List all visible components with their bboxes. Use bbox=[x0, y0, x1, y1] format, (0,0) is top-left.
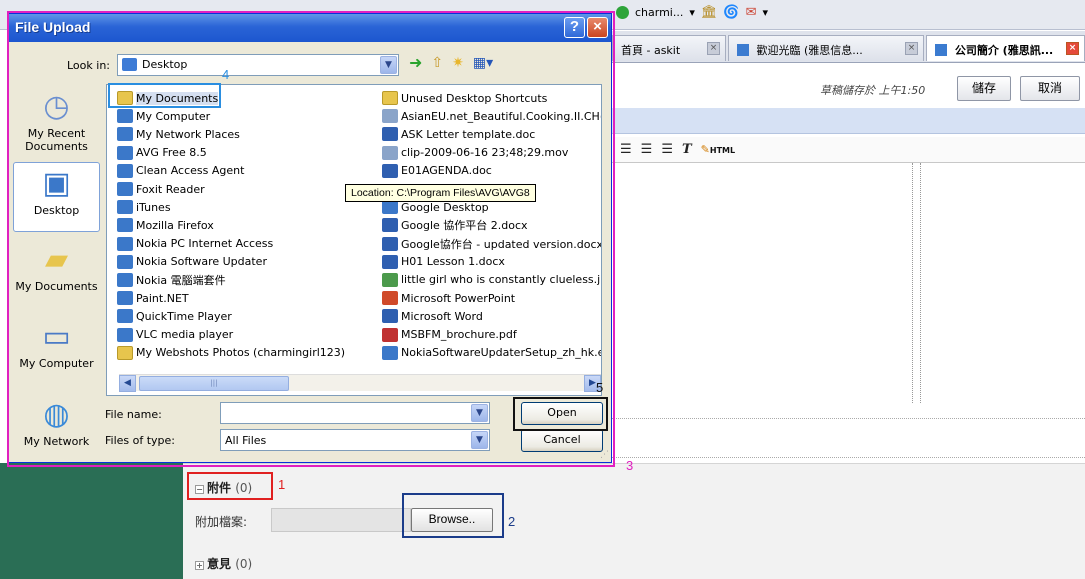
save-button[interactable]: 儲存 bbox=[957, 76, 1011, 101]
chevron-down-icon[interactable]: ▾ bbox=[689, 6, 695, 19]
toolbar-user-area[interactable]: charmi... ▾ 🏛 🌀 ✉ ▾ bbox=[616, 6, 768, 19]
tab-close-icon[interactable]: × bbox=[707, 42, 720, 55]
pencil-icon: ✎ bbox=[700, 143, 710, 156]
annotation-box-4 bbox=[108, 83, 221, 108]
content-strip bbox=[612, 418, 1085, 458]
comments-title: 意見 bbox=[207, 557, 232, 571]
edit-html-button[interactable]: ✎HTML bbox=[701, 143, 735, 156]
expand-icon[interactable]: + bbox=[195, 561, 204, 570]
tab-label: 歡迎光臨 (雅思信息... bbox=[756, 44, 863, 57]
align-right-icon[interactable]: ☰ bbox=[661, 142, 673, 157]
table-divider bbox=[920, 163, 921, 403]
swirl-icon[interactable]: 🌀 bbox=[723, 6, 739, 19]
comments-count: (0) bbox=[235, 557, 253, 571]
bank-icon[interactable]: 🏛 bbox=[701, 6, 718, 19]
table-divider bbox=[912, 163, 913, 403]
editor-toolbar: ☰ ☰ ☰ T ✎HTML bbox=[612, 137, 1085, 163]
editor-area[interactable] bbox=[612, 163, 1085, 403]
annotation-number-4: 4 bbox=[222, 67, 230, 82]
side-panel bbox=[0, 463, 183, 579]
annotation-number-3: 3 bbox=[626, 458, 634, 473]
tab-close-icon[interactable]: × bbox=[905, 42, 918, 55]
annotation-box-5 bbox=[513, 397, 608, 431]
cancel-button[interactable]: 取消 bbox=[1020, 76, 1080, 101]
annotation-number-5: 5 bbox=[596, 380, 604, 395]
comments-header[interactable]: + 意見 (0) bbox=[195, 555, 252, 572]
draft-saved-note: 草稿儲存於 上午1:50 bbox=[820, 84, 926, 97]
annotation-number-2: 2 bbox=[508, 514, 516, 529]
section-bar bbox=[612, 108, 1085, 134]
toolbar-user-label[interactable]: charmi... bbox=[635, 6, 683, 19]
page-icon bbox=[935, 44, 947, 56]
annotation-box-2 bbox=[402, 493, 504, 538]
attach-file-field[interactable] bbox=[271, 508, 411, 532]
browser-tab-strip: 首頁 - askit × 歡迎光臨 (雅思信息... × 公司簡介 (雅思訊..… bbox=[612, 31, 1085, 63]
tab-label: 公司簡介 (雅思訊... bbox=[954, 44, 1054, 57]
tab-welcome[interactable]: 歡迎光臨 (雅思信息... × bbox=[728, 35, 924, 61]
annotation-box-1 bbox=[187, 472, 273, 500]
tab-close-icon[interactable]: × bbox=[1066, 42, 1079, 55]
html-label: HTML bbox=[709, 146, 736, 155]
attachments-panel: − 附件 (0) 附加檔案: Browse.. + 意見 (0) bbox=[183, 463, 1085, 579]
page-icon bbox=[737, 44, 749, 56]
align-center-icon[interactable]: ☰ bbox=[641, 142, 653, 157]
tab-askit[interactable]: 首頁 - askit × bbox=[612, 35, 726, 61]
align-left-icon[interactable]: ☰ bbox=[620, 142, 632, 157]
annotation-number-1: 1 bbox=[278, 477, 286, 492]
tab-company-profile[interactable]: 公司簡介 (雅思訊... × bbox=[926, 35, 1085, 61]
status-online-icon bbox=[616, 6, 629, 19]
page-action-bar: 草稿儲存於 上午1:50 儲存 取消 bbox=[612, 64, 1085, 104]
mail-icon[interactable]: ✉ bbox=[746, 6, 757, 19]
chevron-down-icon[interactable]: ▾ bbox=[763, 6, 769, 19]
tab-label: 首頁 - askit bbox=[621, 44, 681, 57]
clear-format-icon[interactable]: T bbox=[682, 142, 692, 157]
attach-file-label: 附加檔案: bbox=[195, 515, 248, 529]
